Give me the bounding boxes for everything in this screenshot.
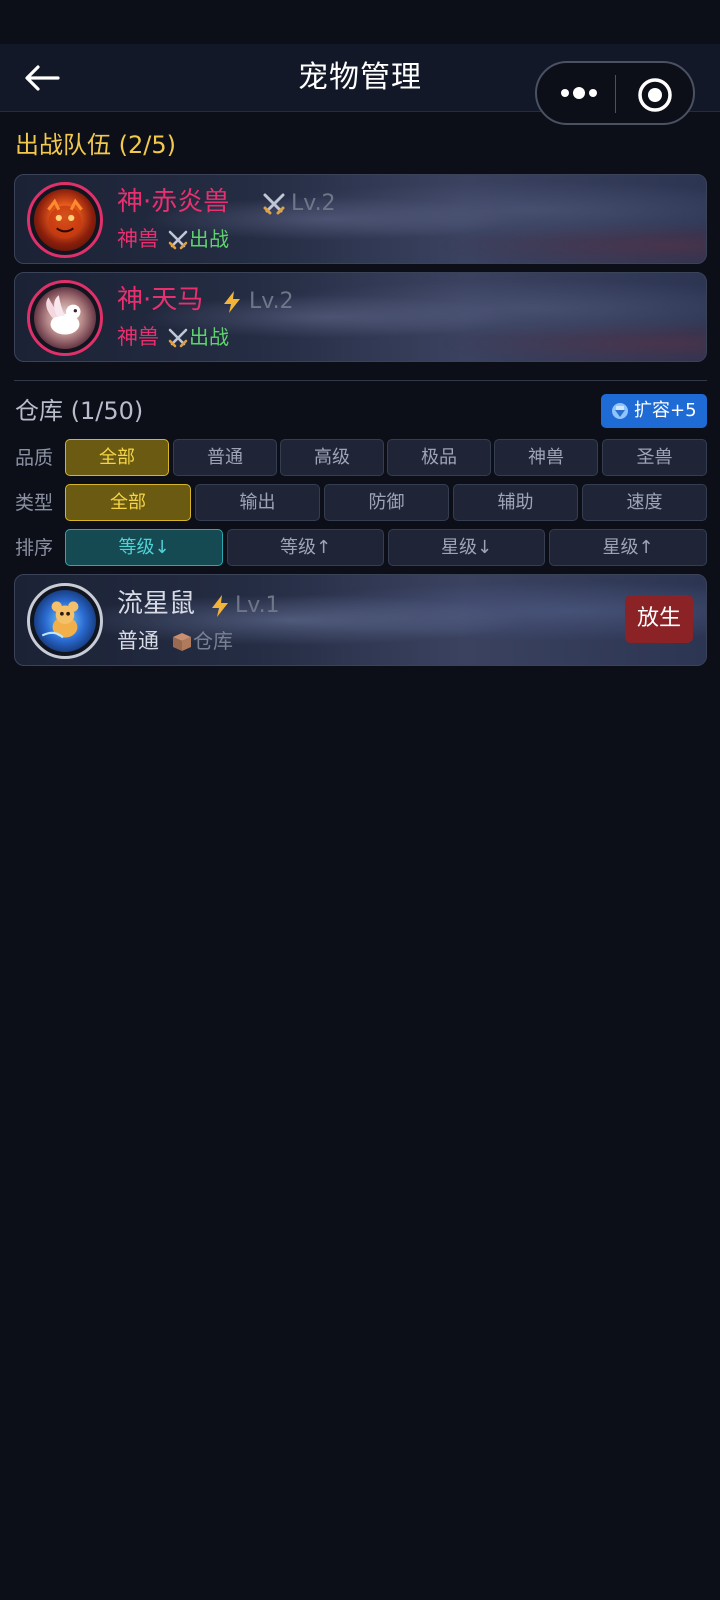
more-dots-icon[interactable] — [555, 77, 603, 109]
sort-label: 排序 — [15, 537, 54, 559]
meteor-mouse-avatar-icon — [41, 601, 79, 639]
pet-level: Lv.2 — [291, 191, 336, 216]
pet-rarity: 神兽 — [117, 325, 159, 349]
miniprogram-capsule — [535, 61, 695, 125]
quality-chip-divine[interactable]: 神兽 — [494, 439, 598, 476]
type-chip-all[interactable]: 全部 — [65, 484, 191, 521]
expand-storage-button[interactable]: 扩容+5 — [601, 394, 707, 428]
crossed-swords-icon — [263, 193, 285, 215]
pet-rarity: 普通 — [117, 629, 159, 653]
type-chip-support[interactable]: 辅助 — [453, 484, 578, 521]
type-filter-label: 类型 — [15, 492, 54, 514]
storage-title: 仓库 (1/50) — [15, 397, 144, 425]
sort-chip-level-asc[interactable]: 等级↑ — [227, 529, 384, 566]
pet-status: 仓库 — [193, 629, 233, 653]
quality-chip-normal[interactable]: 普通 — [173, 439, 277, 476]
pet-name: 流星鼠 — [117, 589, 196, 619]
pet-avatar — [27, 280, 103, 356]
battle-pet-card[interactable]: 神·天马 Lv.2 神兽 出战 — [14, 272, 707, 362]
expand-storage-label: 扩容+5 — [634, 400, 697, 421]
type-chip-dps[interactable]: 输出 — [195, 484, 320, 521]
pet-name: 神·天马 — [117, 285, 204, 315]
pet-status: 出战 — [189, 227, 229, 251]
capsule-divider — [615, 75, 616, 113]
pet-level: Lv.1 — [235, 593, 280, 618]
quality-chip-superior[interactable]: 极品 — [387, 439, 491, 476]
quality-filter-label: 品质 — [15, 447, 54, 469]
battle-pet-card[interactable]: 神·赤炎兽 Lv.2 神兽 出战 — [14, 174, 707, 264]
pegasus-avatar-icon — [46, 295, 81, 335]
crossed-swords-icon — [168, 230, 188, 250]
quality-chip-holy[interactable]: 圣兽 — [602, 439, 707, 476]
pet-name: 神·赤炎兽 — [117, 187, 230, 217]
pet-level: Lv.2 — [249, 289, 294, 314]
type-chip-speed[interactable]: 速度 — [582, 484, 707, 521]
pet-avatar — [27, 583, 103, 659]
quality-chip-advanced[interactable]: 高级 — [280, 439, 384, 476]
status-bar — [0, 0, 720, 44]
storage-pet-card[interactable]: 流星鼠 Lv.1 普通 仓库 放生 — [14, 574, 707, 666]
sort-chip-level-desc[interactable]: 等级↓ — [65, 529, 223, 566]
battle-team-title: 出战队伍 (2/5) — [15, 131, 176, 159]
crossed-swords-icon — [168, 328, 188, 348]
box-icon — [173, 633, 191, 651]
type-chip-defense[interactable]: 防御 — [324, 484, 449, 521]
sort-chip-star-desc[interactable]: 星级↓ — [388, 529, 545, 566]
lightning-icon — [224, 291, 240, 313]
quality-chip-all[interactable]: 全部 — [65, 439, 169, 476]
release-button[interactable]: 放生 — [625, 595, 693, 643]
sort-chip-star-asc[interactable]: 星级↑ — [549, 529, 707, 566]
section-divider — [14, 380, 707, 381]
close-miniprogram-icon[interactable] — [635, 75, 675, 115]
lightning-icon — [212, 595, 228, 617]
fire-beast-avatar-icon — [47, 198, 83, 239]
gem-icon — [612, 403, 628, 419]
pet-avatar — [27, 182, 103, 258]
nav-bar: 宠物管理 — [0, 44, 720, 125]
pet-rarity: 神兽 — [117, 227, 159, 251]
pet-status: 出战 — [189, 325, 229, 349]
